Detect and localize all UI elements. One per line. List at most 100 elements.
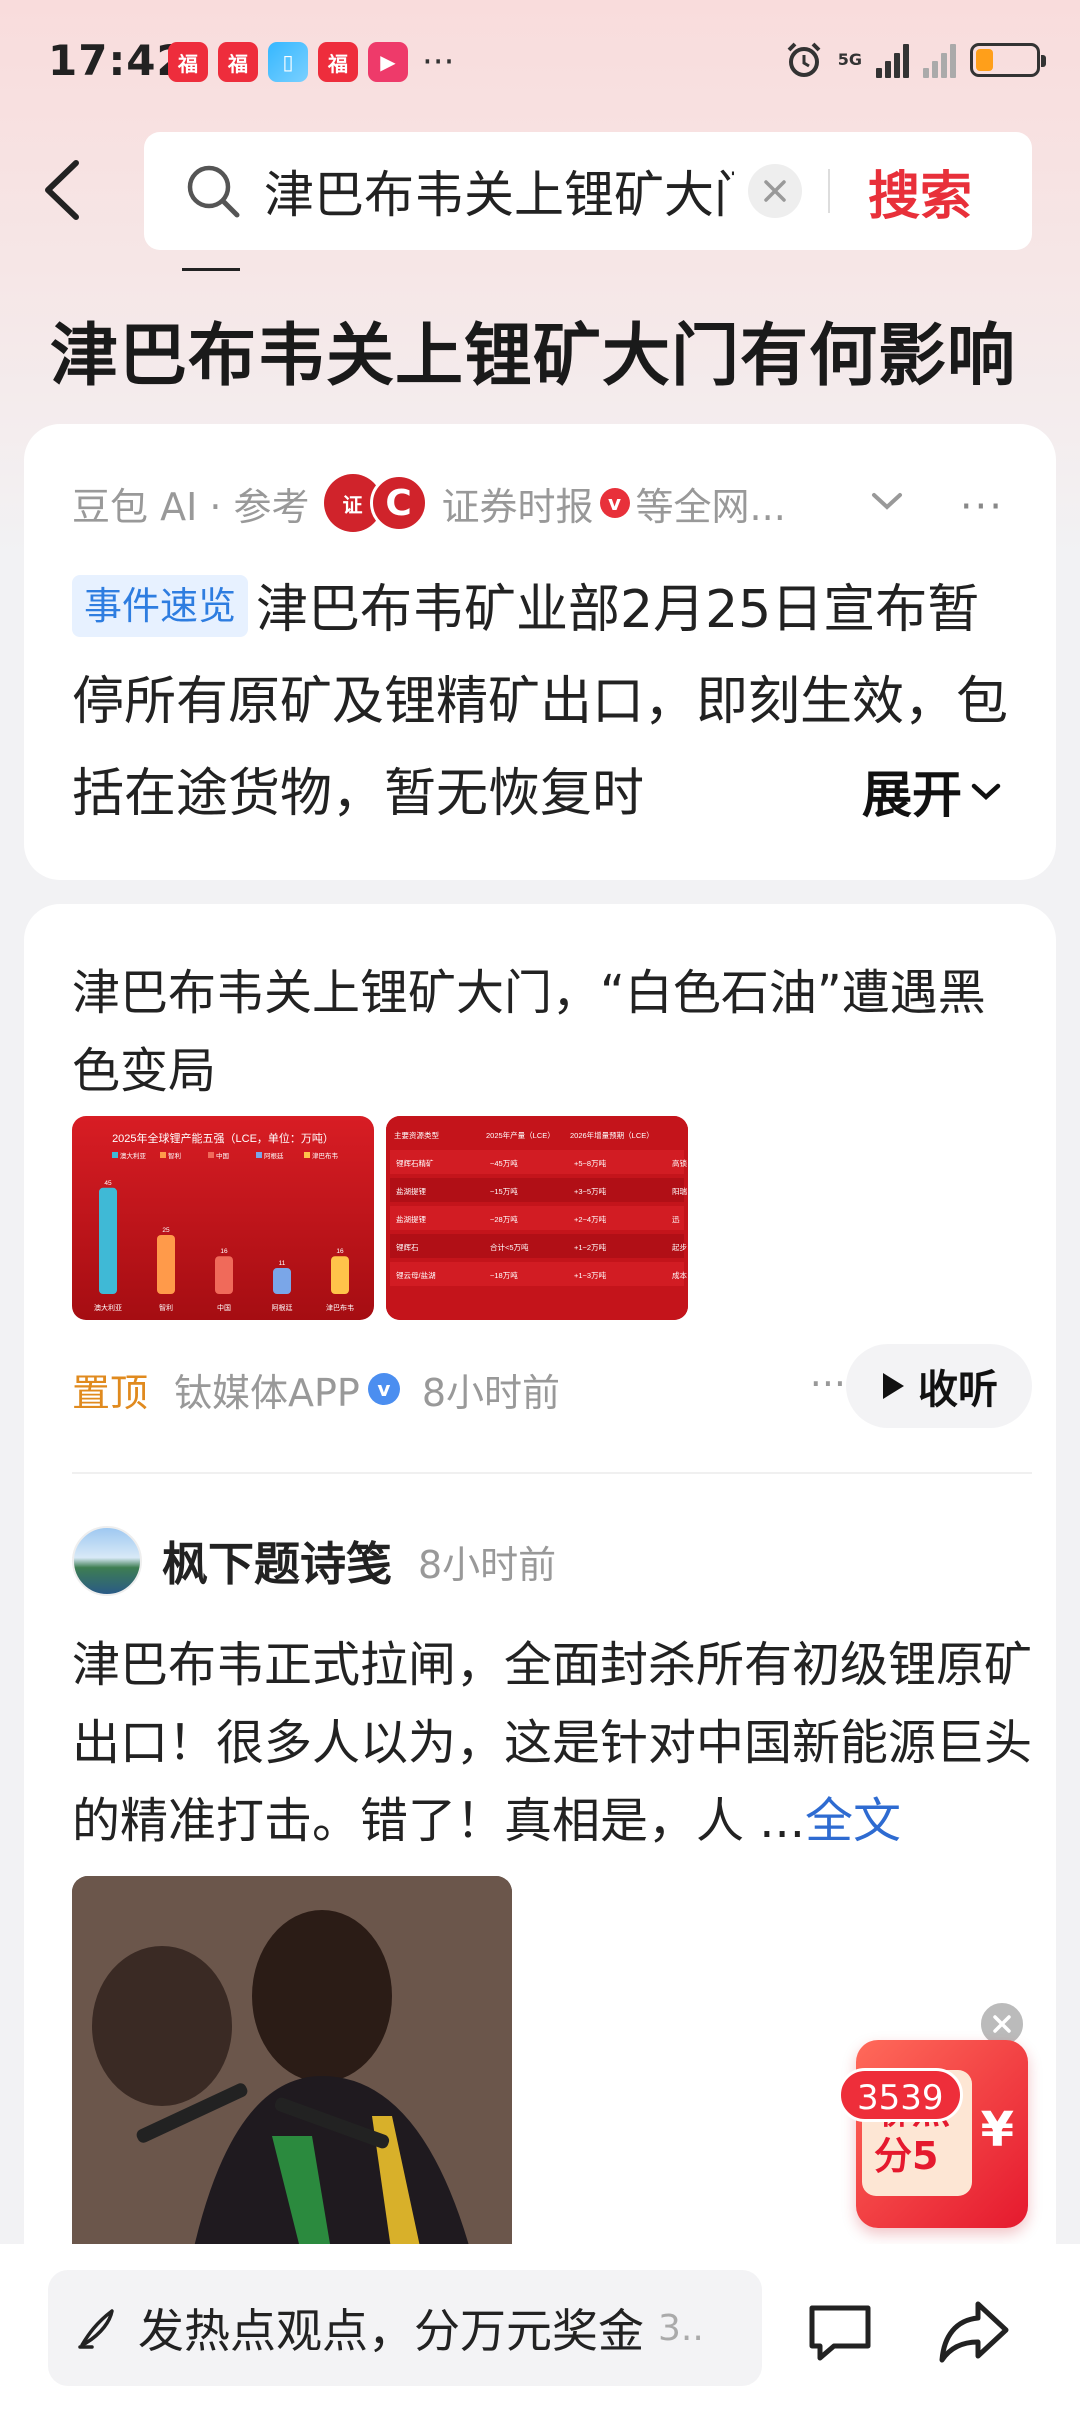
table-row <box>390 1206 684 1230</box>
table-cell: 成本 <box>672 1270 687 1280</box>
news-thumbnail-chart[interactable]: 2025年全球锂产能五强（LCE，单位：万吨） 澳大利亚 智利 中国 阿根廷 津巴布韦 … <box>72 1116 374 1320</box>
table-cell: 阳瑞 <box>672 1186 687 1196</box>
video-play-icon: ▶ <box>368 42 408 82</box>
clock: 17:42 <box>48 36 187 85</box>
post-text-block[interactable]: 津巴布韦正式拉闸，全面封杀所有初级锂原矿出口！很多人以为，这是针对中国新能源巨头… <box>72 1626 1032 1860</box>
news-thumbnails[interactable]: 2025年全球锂产能五强（LCE，单位：万吨） 澳大利亚 智利 中国 阿根廷 津巴布韦 … <box>72 1116 688 1320</box>
ai-source-label: 豆包 AI · 参考 <box>72 484 310 529</box>
more-notifications-icon: ··· <box>422 42 455 82</box>
promo-line2: 分5 <box>874 2134 939 2178</box>
search-input[interactable]: 津巴布韦关上锂矿大门有何影响 <box>264 155 734 227</box>
legend-swatch <box>256 1152 262 1158</box>
legend-label: 智利 <box>168 1151 181 1160</box>
table-row <box>390 1178 684 1202</box>
legend-swatch <box>304 1152 310 1158</box>
thumbnail-table-graphic: 主要资源类型 2025年产量（LCE） 2026年增量预期（LCE） 锂辉石精矿 ~45… <box>386 1116 688 1320</box>
battery-icon <box>970 43 1046 77</box>
more-options-button[interactable]: ··· <box>960 484 1004 530</box>
chart-bar <box>215 1256 233 1294</box>
bar-category-label: 津巴布韦 <box>326 1303 354 1312</box>
legend-swatch <box>208 1152 214 1158</box>
table-row <box>390 1234 684 1258</box>
bar-value-label: 45 <box>104 1180 112 1187</box>
bar-category-label: 智利 <box>159 1303 173 1312</box>
bar-category-label: 澳大利亚 <box>94 1303 122 1312</box>
news-title[interactable]: 津巴布韦关上锂矿大门，“白色石油”遭遇黑色变局 <box>72 954 1032 1110</box>
chart-bar <box>99 1187 117 1294</box>
chart-bar <box>273 1268 291 1294</box>
table-cell: 盐湖提锂 <box>396 1214 426 1224</box>
bar-value-label: 16 <box>336 1248 344 1255</box>
divider <box>72 1472 1032 1474</box>
source-logo-icon: C <box>369 474 428 532</box>
red-packet-icon: 福 <box>168 42 208 82</box>
table-cell: 高锁 <box>672 1158 687 1168</box>
post-photo[interactable] <box>72 1876 512 2256</box>
table-header-cell: 2025年产量（LCE） <box>486 1130 555 1140</box>
yen-icon: ¥ <box>980 2102 1014 2158</box>
more-options-button[interactable]: ··· <box>810 1362 846 1406</box>
back-button[interactable] <box>40 150 100 230</box>
bar-value-label: 11 <box>279 1260 286 1267</box>
author-name[interactable]: 枫下题诗笺 <box>162 1528 392 1594</box>
event-tag: 事件速览 <box>72 575 249 637</box>
signal-icon <box>876 42 909 78</box>
news-meta-row: 置顶 钛媒体APP v 8小时前 ··· 收听 <box>72 1344 1032 1434</box>
table-cell: 盐湖提锂 <box>396 1186 426 1196</box>
pinned-label: 置顶 <box>72 1370 149 1415</box>
chart-bar <box>331 1256 349 1294</box>
notification-icons: 福 福 ▯ 福 ▶ ··· <box>168 42 454 82</box>
chevron-down-icon <box>971 783 1001 801</box>
pen-icon <box>78 2309 114 2349</box>
news-source[interactable]: 钛媒体APP <box>174 1362 360 1417</box>
news-thumbnail-table[interactable]: 主要资源类型 2025年产量（LCE） 2026年增量预期（LCE） 锂辉石精矿 ~45… <box>386 1116 688 1320</box>
comment-placeholder: 发热点观点，分万元奖金 <box>138 2304 644 2358</box>
table-cell: ~28万吨 <box>490 1214 518 1224</box>
bottom-bar: 发热点观点，分万元奖金 3.. <box>0 2244 1080 2412</box>
news-time: 8小时前 <box>421 1370 561 1415</box>
table-cell: 起步 <box>672 1243 687 1252</box>
listen-button[interactable]: 收听 <box>846 1344 1032 1428</box>
comment-input[interactable]: 发热点观点，分万元奖金 3.. <box>48 2270 762 2386</box>
page-title: 津巴布韦关上锂矿大门有何影响 <box>50 317 1017 396</box>
ai-summary-card[interactable]: 豆包 AI · 参考 证 C 证券时报 v 等全网... ··· 事件速览 津巴布… <box>24 424 1056 880</box>
tab-indicator <box>182 268 240 271</box>
chevron-down-icon[interactable] <box>870 490 904 512</box>
share-icon[interactable] <box>936 2296 1012 2368</box>
legend-label: 阿根廷 <box>264 1151 284 1160</box>
table-cell: ~45万吨 <box>490 1158 518 1168</box>
expand-button[interactable]: 展开 <box>792 746 1004 836</box>
table-cell: +3~5万吨 <box>574 1186 607 1196</box>
red-packet-icon: 福 <box>218 42 258 82</box>
signal-2-icon <box>923 42 956 78</box>
chart-bar <box>157 1235 175 1294</box>
post-author-row[interactable]: 枫下题诗笺 8小时前 <box>72 1526 556 1596</box>
expand-label: 展开 <box>862 766 962 824</box>
comments-icon[interactable] <box>804 2296 876 2368</box>
table-row <box>390 1150 684 1174</box>
listen-label: 收听 <box>918 1367 998 1413</box>
verified-icon: v <box>367 1373 400 1405</box>
bar-value-label: 25 <box>162 1227 170 1234</box>
search-button[interactable]: 搜索 <box>868 154 972 229</box>
book-icon: ▯ <box>268 42 308 82</box>
table-header-cell: 2026年增量预期（LCE） <box>570 1130 654 1140</box>
legend-swatch <box>160 1152 166 1158</box>
table-cell: 锂辉石精矿 <box>396 1158 434 1168</box>
bar-category-label: 中国 <box>217 1303 231 1312</box>
legend-swatch <box>112 1152 118 1158</box>
ai-source-row[interactable]: 豆包 AI · 参考 证 C 证券时报 v 等全网... <box>72 474 786 532</box>
search-bar[interactable]: 津巴布韦关上锂矿大门有何影响 搜索 <box>144 132 1032 250</box>
clear-search-button[interactable] <box>748 164 802 218</box>
play-icon <box>883 1373 904 1399</box>
bar-category-label: 阿根廷 <box>272 1303 293 1312</box>
legend-label: 津巴布韦 <box>312 1151 339 1160</box>
back-arrow-icon <box>45 160 79 220</box>
avatar[interactable] <box>72 1526 142 1596</box>
table-cell: +1~3万吨 <box>574 1270 607 1280</box>
verified-icon: v <box>599 488 630 518</box>
fulltext-link[interactable]: 全文 <box>805 1793 901 1849</box>
alarm-icon <box>787 42 821 77</box>
table-header-cell: 主要资源类型 <box>394 1130 439 1140</box>
post-photo-graphic <box>72 1876 512 2256</box>
